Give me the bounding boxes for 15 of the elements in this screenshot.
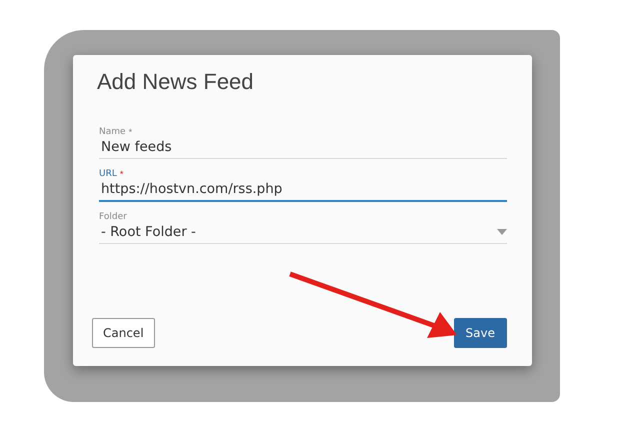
dialog-title: Add News Feed xyxy=(97,69,255,95)
field-label: URL xyxy=(99,169,117,179)
folder-select[interactable]: Folder - Root Folder - xyxy=(99,212,507,244)
required-mark: * xyxy=(120,169,124,179)
field-value: https://hostvn.com/rss.php xyxy=(100,181,282,197)
save-button[interactable]: Save xyxy=(454,318,507,348)
field-value: New feeds xyxy=(100,139,172,155)
field-label: Folder xyxy=(99,212,127,222)
field-label: Name xyxy=(99,127,126,137)
input-field[interactable]: URL * https://hostvn.com/rss.php xyxy=(99,169,507,202)
required-mark: * xyxy=(128,127,132,137)
field-value: - Root Folder - xyxy=(100,224,196,240)
caret-icon xyxy=(497,229,507,235)
input-field[interactable]: Name * New feeds xyxy=(99,127,507,159)
cancel-button[interactable]: Cancel xyxy=(92,318,155,348)
